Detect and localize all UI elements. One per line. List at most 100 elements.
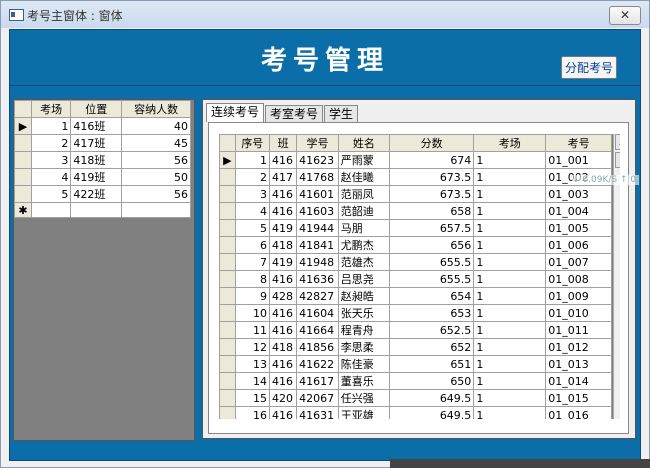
- table-cell[interactable]: 41601: [296, 185, 339, 203]
- table-cell[interactable]: 655.5: [388, 253, 475, 271]
- table-cell[interactable]: 416班: [70, 117, 123, 135]
- row-selector[interactable]: [219, 338, 236, 356]
- column-header[interactable]: 序号: [234, 134, 271, 152]
- table-cell[interactable]: 14: [234, 372, 271, 390]
- table-cell[interactable]: 417: [269, 168, 298, 186]
- table-row[interactable]: 15 420 42067 任兴强 649.5 1 01_015: [219, 389, 612, 407]
- table-row[interactable]: ▶ 1 416班 40: [14, 117, 191, 135]
- table-cell[interactable]: 吕思尧: [337, 270, 390, 288]
- column-header[interactable]: 考场: [473, 134, 547, 152]
- table-cell[interactable]: 419: [269, 253, 298, 271]
- table-cell[interactable]: 418: [269, 338, 298, 356]
- table-row[interactable]: 14 416 41617 董喜乐 650 1 01_014: [219, 372, 612, 390]
- table-cell[interactable]: 张天乐: [337, 304, 390, 322]
- table-cell[interactable]: 50: [121, 168, 191, 186]
- row-selector[interactable]: [219, 219, 236, 237]
- table-cell[interactable]: 范丽凤: [337, 185, 390, 203]
- table-row[interactable]: 2 417班 45: [14, 134, 191, 152]
- table-cell[interactable]: 01_015: [545, 389, 612, 407]
- table-cell[interactable]: 416: [269, 406, 298, 419]
- table-cell[interactable]: 45: [121, 134, 191, 152]
- table-cell[interactable]: 5: [30, 185, 72, 203]
- row-selector[interactable]: [219, 185, 236, 203]
- table-cell[interactable]: 41841: [296, 236, 339, 254]
- table-row[interactable]: 4 416 41603 范韶迪 658 1 01_004: [219, 202, 612, 220]
- table-row[interactable]: 16 416 41631 王亚雄 649.5 1 01_016: [219, 406, 612, 419]
- scroll-up-arrow-icon[interactable]: ▲: [615, 134, 620, 150]
- table-cell[interactable]: 1: [473, 355, 547, 373]
- table-row[interactable]: 5 419 41944 马朋 657.5 1 01_005: [219, 219, 612, 237]
- table-cell[interactable]: 655.5: [388, 270, 475, 288]
- table-cell[interactable]: 赵佳曦: [337, 168, 390, 186]
- table-cell[interactable]: 1: [473, 389, 547, 407]
- table-cell[interactable]: 董喜乐: [337, 372, 390, 390]
- column-header[interactable]: 分数: [388, 134, 475, 152]
- table-cell[interactable]: 1: [473, 185, 547, 203]
- row-selector[interactable]: [14, 185, 32, 203]
- row-selector[interactable]: [219, 321, 236, 339]
- scroll-thumb[interactable]: [615, 152, 620, 168]
- row-selector[interactable]: ▶: [219, 151, 236, 169]
- table-cell[interactable]: 1: [473, 219, 547, 237]
- table-cell[interactable]: 01_013: [545, 355, 612, 373]
- table-cell[interactable]: 陈佳豪: [337, 355, 390, 373]
- table-cell[interactable]: 674: [388, 151, 475, 169]
- row-selector[interactable]: [219, 389, 236, 407]
- table-cell[interactable]: 01_005: [545, 219, 612, 237]
- table-cell[interactable]: 41768: [296, 168, 339, 186]
- table-cell[interactable]: 1: [473, 236, 547, 254]
- table-cell[interactable]: 01_007: [545, 253, 612, 271]
- row-selector[interactable]: [219, 372, 236, 390]
- table-cell[interactable]: 01_001: [545, 151, 612, 169]
- table-row[interactable]: 6 418 41841 尤鹏杰 656 1 01_006: [219, 236, 612, 254]
- table-cell[interactable]: 2: [30, 134, 72, 152]
- table-cell[interactable]: 653: [388, 304, 475, 322]
- row-selector[interactable]: [219, 202, 236, 220]
- row-selector[interactable]: [219, 304, 236, 322]
- table-cell[interactable]: 649.5: [388, 406, 475, 419]
- tab-2[interactable]: 考室考号: [265, 105, 324, 122]
- row-selector[interactable]: [219, 253, 236, 271]
- new-record-row[interactable]: ✱: [14, 202, 191, 218]
- table-cell[interactable]: 11: [234, 321, 271, 339]
- table-cell[interactable]: 658: [388, 202, 475, 220]
- table-cell[interactable]: 41604: [296, 304, 339, 322]
- assign-exam-number-button[interactable]: 分配考号: [561, 56, 617, 79]
- table-cell[interactable]: 657.5: [388, 219, 475, 237]
- table-cell[interactable]: 赵昶皓: [337, 287, 390, 305]
- table-cell[interactable]: 41622: [296, 355, 339, 373]
- table-cell[interactable]: 8: [234, 270, 271, 288]
- row-selector[interactable]: ▶: [14, 117, 32, 135]
- table-row[interactable]: 5 422班 56: [14, 185, 191, 203]
- table-cell[interactable]: 416: [269, 321, 298, 339]
- table-row[interactable]: 11 416 41664 程青舟 652.5 1 01_011: [219, 321, 612, 339]
- table-cell[interactable]: 1: [473, 372, 547, 390]
- table-row[interactable]: 7 419 41948 范雄杰 655.5 1 01_007: [219, 253, 612, 271]
- table-cell[interactable]: 41856: [296, 338, 339, 356]
- column-header[interactable]: 位置: [70, 100, 123, 118]
- row-selector[interactable]: [219, 355, 236, 373]
- table-cell[interactable]: 673.5: [388, 185, 475, 203]
- table-cell[interactable]: 01_010: [545, 304, 612, 322]
- table-cell[interactable]: 416: [269, 304, 298, 322]
- column-header[interactable]: 学号: [296, 134, 339, 152]
- table-cell[interactable]: 41617: [296, 372, 339, 390]
- table-cell[interactable]: 马朋: [337, 219, 390, 237]
- row-selector[interactable]: [14, 168, 32, 186]
- table-cell[interactable]: 2: [234, 168, 271, 186]
- table-cell[interactable]: 01_011: [545, 321, 612, 339]
- table-cell[interactable]: 01_003: [545, 185, 612, 203]
- table-cell[interactable]: 10: [234, 304, 271, 322]
- tab-1[interactable]: 连续考号: [206, 103, 265, 122]
- table-cell[interactable]: 12: [234, 338, 271, 356]
- table-cell[interactable]: 56: [121, 185, 191, 203]
- table-cell[interactable]: 1: [473, 304, 547, 322]
- table-cell[interactable]: 01_008: [545, 270, 612, 288]
- row-selector[interactable]: [14, 151, 32, 169]
- row-selector[interactable]: [219, 406, 236, 419]
- column-header[interactable]: 姓名: [337, 134, 390, 152]
- table-cell[interactable]: 654: [388, 287, 475, 305]
- table-cell[interactable]: 3: [30, 151, 72, 169]
- title-bar[interactable]: 考号主窗体 : 窗体 ✕: [1, 1, 649, 28]
- table-cell[interactable]: 5: [234, 219, 271, 237]
